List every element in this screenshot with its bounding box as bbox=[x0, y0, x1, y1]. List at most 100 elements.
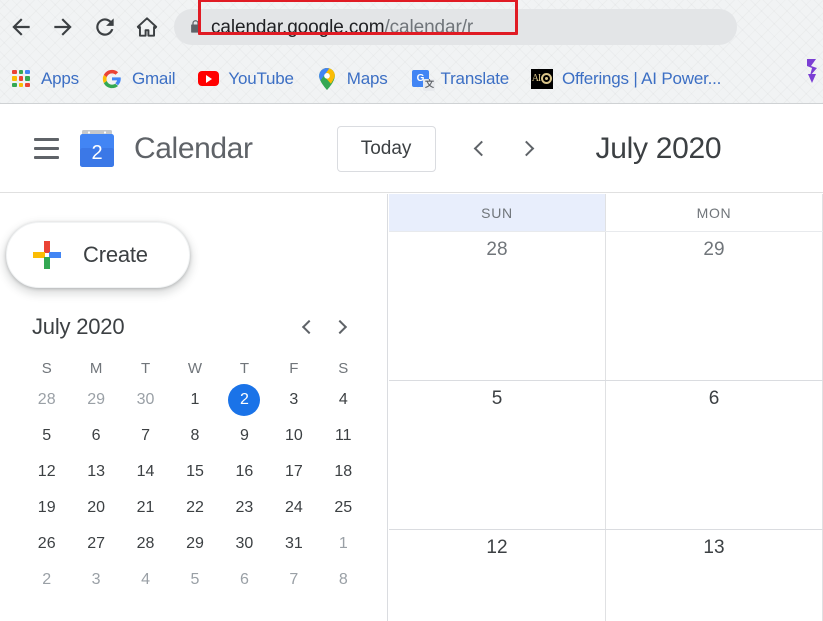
mini-calendar-day[interactable]: 6 bbox=[71, 418, 120, 454]
bookmark-offerings[interactable]: AI Offerings | AI Power... bbox=[530, 64, 721, 94]
mini-calendar-day[interactable]: 17 bbox=[269, 454, 318, 490]
mini-calendar-day[interactable]: 9 bbox=[220, 418, 269, 454]
mini-prev-month-button[interactable] bbox=[290, 310, 324, 344]
mini-calendar-day-number: 9 bbox=[239, 427, 249, 444]
mini-calendar-day[interactable]: 29 bbox=[170, 526, 219, 562]
translate-icon: G文 bbox=[410, 68, 436, 91]
mini-calendar-day[interactable]: 4 bbox=[121, 562, 170, 598]
mini-calendar-day[interactable]: 3 bbox=[71, 562, 120, 598]
mini-calendar-day[interactable]: 30 bbox=[121, 382, 170, 418]
mini-calendar-day[interactable]: 30 bbox=[220, 526, 269, 562]
day-of-week-header-row: SUN MON bbox=[389, 194, 823, 232]
day-cell[interactable]: 12 bbox=[389, 530, 606, 621]
day-number[interactable]: 29 bbox=[606, 239, 822, 261]
mini-calendar-day[interactable]: 18 bbox=[319, 454, 368, 490]
mini-calendar-header: July 2020 bbox=[0, 306, 387, 348]
mini-calendar-day[interactable]: 8 bbox=[319, 562, 368, 598]
mini-calendar-dow: S bbox=[338, 360, 349, 377]
mini-calendar-day[interactable]: 26 bbox=[22, 526, 71, 562]
day-number[interactable]: 13 bbox=[606, 537, 822, 559]
mini-calendar-day[interactable]: 15 bbox=[170, 454, 219, 490]
mini-calendar-day[interactable]: 10 bbox=[269, 418, 318, 454]
mini-calendar-day[interactable]: 27 bbox=[71, 526, 120, 562]
reload-icon[interactable] bbox=[84, 6, 126, 48]
mini-calendar-day[interactable]: 11 bbox=[319, 418, 368, 454]
mini-calendar-day[interactable]: 21 bbox=[121, 490, 170, 526]
mini-calendar-day-number: 15 bbox=[186, 463, 204, 480]
mini-calendar-day[interactable]: 5 bbox=[170, 562, 219, 598]
google-calendar-logo: 2 bbox=[76, 128, 118, 170]
bookmark-youtube[interactable]: YouTube bbox=[197, 64, 294, 94]
mini-calendar-day-number: 17 bbox=[284, 463, 303, 480]
bookmark-gmail[interactable]: Gmail bbox=[101, 64, 176, 94]
day-number[interactable]: 6 bbox=[606, 388, 822, 410]
mini-next-month-button[interactable] bbox=[324, 310, 358, 344]
mini-calendar-day[interactable]: 24 bbox=[269, 490, 318, 526]
mini-calendar-day-number: 8 bbox=[338, 571, 348, 588]
mini-calendar-day[interactable]: 19 bbox=[22, 490, 71, 526]
home-icon[interactable] bbox=[126, 6, 168, 48]
mini-calendar-day-number: 24 bbox=[284, 499, 303, 516]
mini-calendar-day-number: 16 bbox=[235, 463, 254, 480]
mini-calendar-dow: M bbox=[89, 360, 103, 377]
mini-calendar-day-number: 28 bbox=[37, 391, 56, 408]
day-cell[interactable]: 5 bbox=[389, 381, 606, 529]
address-bar[interactable]: calendar.google.com/calendar/r bbox=[174, 9, 737, 45]
bookmark-translate[interactable]: G文 Translate bbox=[410, 64, 509, 94]
mini-calendar-day-today[interactable]: 2 bbox=[220, 382, 269, 418]
mini-calendar-day[interactable]: 22 bbox=[170, 490, 219, 526]
day-number[interactable]: 12 bbox=[389, 537, 605, 559]
mini-calendar-day[interactable]: 23 bbox=[220, 490, 269, 526]
today-button[interactable]: Today bbox=[336, 125, 436, 172]
mini-calendar-day[interactable]: 25 bbox=[319, 490, 368, 526]
mini-calendar-day[interactable]: 13 bbox=[71, 454, 120, 490]
mini-calendar-day-number: 3 bbox=[91, 571, 101, 588]
day-cell[interactable]: 29 bbox=[606, 232, 823, 380]
mini-calendar-day[interactable]: 2 bbox=[22, 562, 71, 598]
prev-period-button[interactable] bbox=[460, 129, 500, 169]
mini-calendar-day[interactable]: 7 bbox=[121, 418, 170, 454]
mini-calendar-day-number: 25 bbox=[334, 499, 353, 516]
mini-calendar-dow: W bbox=[187, 360, 203, 377]
day-cell[interactable]: 6 bbox=[606, 381, 823, 529]
bookmark-apps[interactable]: Apps bbox=[10, 64, 79, 94]
mini-calendar-day[interactable]: 6 bbox=[220, 562, 269, 598]
week-row: 28 29 bbox=[389, 232, 823, 381]
create-button[interactable]: Create bbox=[6, 222, 190, 288]
bookmark-overflow-icon[interactable] bbox=[805, 58, 823, 84]
mini-calendar-day-number: 7 bbox=[289, 571, 299, 588]
bookmark-maps[interactable]: Maps bbox=[316, 64, 388, 94]
mini-calendar-day[interactable]: 8 bbox=[170, 418, 219, 454]
mini-calendar-day[interactable]: 31 bbox=[269, 526, 318, 562]
mini-calendar-day-number: 6 bbox=[91, 427, 101, 444]
mini-calendar-day[interactable]: 14 bbox=[121, 454, 170, 490]
back-arrow-icon[interactable] bbox=[0, 6, 42, 48]
mini-calendar-day[interactable]: 7 bbox=[269, 562, 318, 598]
mini-calendar-day[interactable]: 28 bbox=[121, 526, 170, 562]
forward-arrow-icon[interactable] bbox=[42, 6, 84, 48]
day-number[interactable]: 28 bbox=[389, 239, 605, 261]
mini-calendar-day[interactable]: 4 bbox=[319, 382, 368, 418]
mini-calendar-day[interactable]: 5 bbox=[22, 418, 71, 454]
mini-calendar-day[interactable]: 1 bbox=[170, 382, 219, 418]
offerings-icon: AI bbox=[530, 68, 553, 90]
mini-calendar-day[interactable]: 16 bbox=[220, 454, 269, 490]
day-cell[interactable]: 28 bbox=[389, 232, 606, 380]
current-period-label: July 2020 bbox=[595, 131, 722, 165]
mini-calendar-day-number: 21 bbox=[136, 499, 155, 516]
mini-calendar-dow: T bbox=[239, 360, 249, 377]
day-number[interactable]: 5 bbox=[389, 388, 605, 410]
mini-calendar-day[interactable]: 3 bbox=[269, 382, 318, 418]
mini-calendar-day[interactable]: 28 bbox=[22, 382, 71, 418]
mini-calendar-day[interactable]: 20 bbox=[71, 490, 120, 526]
mini-calendar-day[interactable]: 29 bbox=[71, 382, 120, 418]
next-period-button[interactable] bbox=[508, 129, 548, 169]
mini-calendar-day-number: 22 bbox=[186, 499, 204, 516]
mini-calendar-day[interactable]: 12 bbox=[22, 454, 71, 490]
hamburger-menu-icon[interactable] bbox=[22, 125, 70, 173]
gmail-icon bbox=[101, 68, 123, 90]
day-cell[interactable]: 13 bbox=[606, 530, 823, 621]
mini-calendar-day[interactable]: 1 bbox=[319, 526, 368, 562]
mini-calendar-day-number: 19 bbox=[37, 499, 56, 516]
google-plus-icon bbox=[33, 241, 61, 269]
